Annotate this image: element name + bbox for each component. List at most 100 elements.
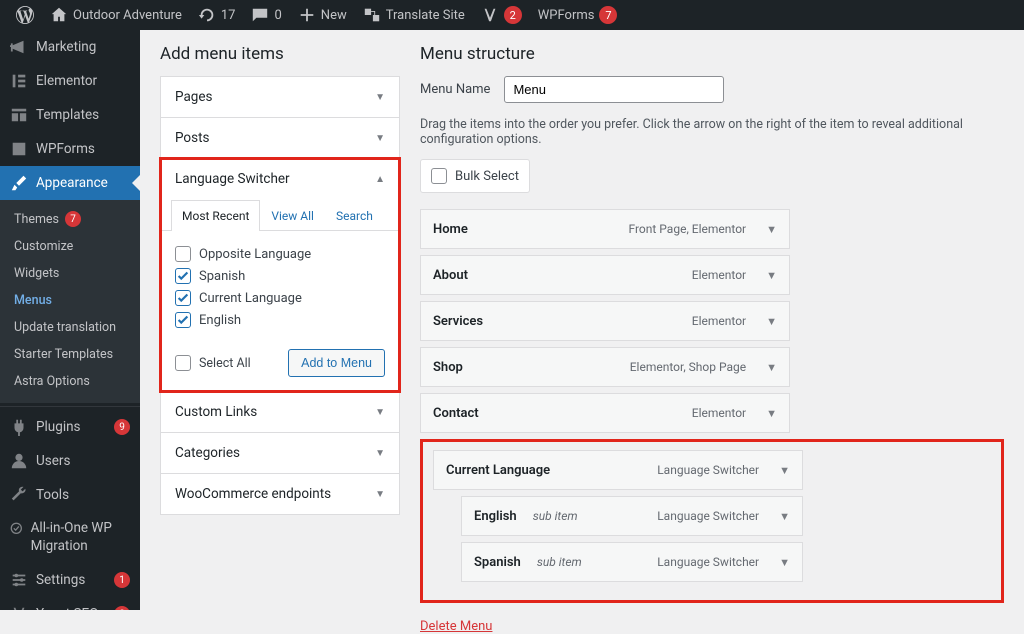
ls-options: Opposite Language Spanish Current Langua… [161, 231, 399, 339]
acc-language-switcher: Language Switcher▲ Most Recent View All … [160, 158, 400, 392]
sub-astra-options[interactable]: Astra Options [0, 368, 140, 395]
chevron-down-icon[interactable]: ▼ [766, 361, 777, 374]
chevron-down-icon[interactable]: ▼ [766, 223, 777, 236]
language-items-highlight: Current LanguageLanguage Switcher▼ Engli… [420, 439, 1004, 603]
appearance-submenu: Themes7 Customize Widgets Menus Update t… [0, 200, 140, 403]
menu-item-home[interactable]: HomeFront Page, Elementor▼ [420, 209, 790, 249]
chevron-down-icon[interactable]: ▼ [779, 510, 790, 523]
templates-icon [10, 106, 28, 124]
acc-custom-links[interactable]: Custom Links▼ [160, 391, 400, 433]
checkbox[interactable] [175, 290, 191, 306]
updates-link[interactable]: 17 [190, 6, 244, 24]
plus-icon [298, 6, 316, 24]
wp-logo[interactable] [8, 6, 42, 24]
wpforms-link[interactable]: WPForms7 [530, 6, 626, 24]
bulk-select[interactable]: Bulk Select [420, 159, 530, 193]
select-all[interactable]: Select All [175, 355, 251, 371]
acc-posts[interactable]: Posts▼ [160, 117, 400, 159]
menu-name-input[interactable] [504, 76, 724, 103]
sub-menus[interactable]: Menus [0, 287, 140, 314]
wpforms-icon [10, 140, 28, 158]
translate-link[interactable]: Translate Site [355, 6, 473, 24]
acc-woocommerce[interactable]: WooCommerce endpoints▼ [160, 473, 400, 515]
menu-item-spanish[interactable]: Spanishsub itemLanguage Switcher▼ [461, 542, 803, 582]
translate-icon [363, 6, 381, 24]
delete-menu-link[interactable]: Delete Menu [420, 619, 492, 634]
sidebar-item-yoast[interactable]: Yoast SEO2 [0, 597, 140, 610]
structure-heading: Menu structure [420, 44, 1004, 64]
tab-view-all[interactable]: View All [260, 200, 325, 231]
checkbox[interactable] [175, 246, 191, 262]
structure-help: Drag the items into the order you prefer… [420, 117, 1004, 147]
ls-tabs: Most Recent View All Search [161, 199, 399, 231]
brush-icon [10, 174, 28, 192]
sub-starter-templates[interactable]: Starter Templates [0, 341, 140, 368]
comment-icon [251, 6, 269, 24]
menu-name-label: Menu Name [420, 82, 490, 97]
sidebar-item-wpforms[interactable]: WPForms [0, 132, 140, 166]
tab-search[interactable]: Search [325, 200, 384, 231]
menu-item-shop[interactable]: ShopElementor, Shop Page▼ [420, 347, 790, 387]
sliders-icon [10, 571, 28, 589]
sidebar-item-appearance[interactable]: Appearance [0, 166, 140, 200]
checkbox[interactable] [431, 168, 447, 184]
migration-icon [10, 522, 23, 540]
tab-most-recent[interactable]: Most Recent [171, 200, 260, 231]
menu-item-contact[interactable]: ContactElementor▼ [420, 393, 790, 433]
sub-widgets[interactable]: Widgets [0, 260, 140, 287]
chevron-down-icon[interactable]: ▼ [779, 556, 790, 569]
chevron-down-icon[interactable]: ▼ [766, 269, 777, 282]
opt-spanish[interactable]: Spanish [175, 265, 385, 287]
chevron-down-icon[interactable]: ▼ [766, 407, 777, 420]
update-icon [198, 6, 216, 24]
checkbox[interactable] [175, 355, 191, 371]
chevron-down-icon: ▼ [375, 407, 385, 418]
chevron-down-icon: ▼ [375, 133, 385, 144]
comments-link[interactable]: 0 [243, 6, 289, 24]
home-icon [50, 6, 68, 24]
opt-english[interactable]: English [175, 309, 385, 331]
sub-customize[interactable]: Customize [0, 233, 140, 260]
sidebar-item-tools[interactable]: Tools [0, 478, 140, 512]
new-link[interactable]: New [290, 6, 355, 24]
opt-opposite-language[interactable]: Opposite Language [175, 243, 385, 265]
sidebar-item-templates[interactable]: Templates [0, 98, 140, 132]
menu-structure-column: Menu structure Menu Name Drag the items … [420, 44, 1004, 610]
site-name: Outdoor Adventure [73, 8, 182, 23]
yoast-link[interactable]: 2 [473, 6, 530, 24]
sub-update-translation[interactable]: Update translation [0, 314, 140, 341]
menu-item-current-language[interactable]: Current LanguageLanguage Switcher▼ [433, 450, 803, 490]
sidebar-item-elementor[interactable]: Elementor [0, 64, 140, 98]
sidebar-item-plugins[interactable]: Plugins9 [0, 410, 140, 444]
sidebar-item-settings[interactable]: Settings1 [0, 563, 140, 597]
admin-sidebar: Marketing Elementor Templates WPForms Ap… [0, 30, 140, 610]
yoast-icon [481, 6, 499, 24]
sidebar-item-users[interactable]: Users [0, 444, 140, 478]
menu-item-english[interactable]: Englishsub itemLanguage Switcher▼ [461, 496, 803, 536]
acc-ls-header[interactable]: Language Switcher▲ [161, 159, 399, 199]
acc-pages[interactable]: Pages▼ [160, 76, 400, 118]
sidebar-item-aio-migration[interactable]: All-in-One WP Migration [0, 512, 140, 563]
chevron-down-icon[interactable]: ▼ [766, 315, 777, 328]
chevron-down-icon[interactable]: ▼ [779, 464, 790, 477]
checkbox[interactable] [175, 268, 191, 284]
add-menu-items-column: Add menu items Pages▼ Posts▼ Language Sw… [160, 44, 400, 610]
add-items-heading: Add menu items [160, 44, 400, 64]
menu-item-about[interactable]: AboutElementor▼ [420, 255, 790, 295]
wpforms-badge: 7 [599, 6, 617, 24]
menu-item-services[interactable]: ServicesElementor▼ [420, 301, 790, 341]
sidebar-item-marketing[interactable]: Marketing [0, 30, 140, 64]
add-to-menu-button[interactable]: Add to Menu [288, 349, 385, 377]
sub-themes[interactable]: Themes7 [0, 205, 140, 233]
opt-current-language[interactable]: Current Language [175, 287, 385, 309]
chevron-down-icon: ▼ [375, 92, 385, 103]
yoast-badge: 2 [504, 6, 522, 24]
acc-categories[interactable]: Categories▼ [160, 432, 400, 474]
user-icon [10, 452, 28, 470]
megaphone-icon [10, 38, 28, 56]
site-link[interactable]: Outdoor Adventure [42, 6, 190, 24]
wordpress-icon [16, 6, 34, 24]
checkbox[interactable] [175, 312, 191, 328]
yoast-sidebar-icon [10, 605, 28, 610]
plug-icon [10, 418, 28, 436]
